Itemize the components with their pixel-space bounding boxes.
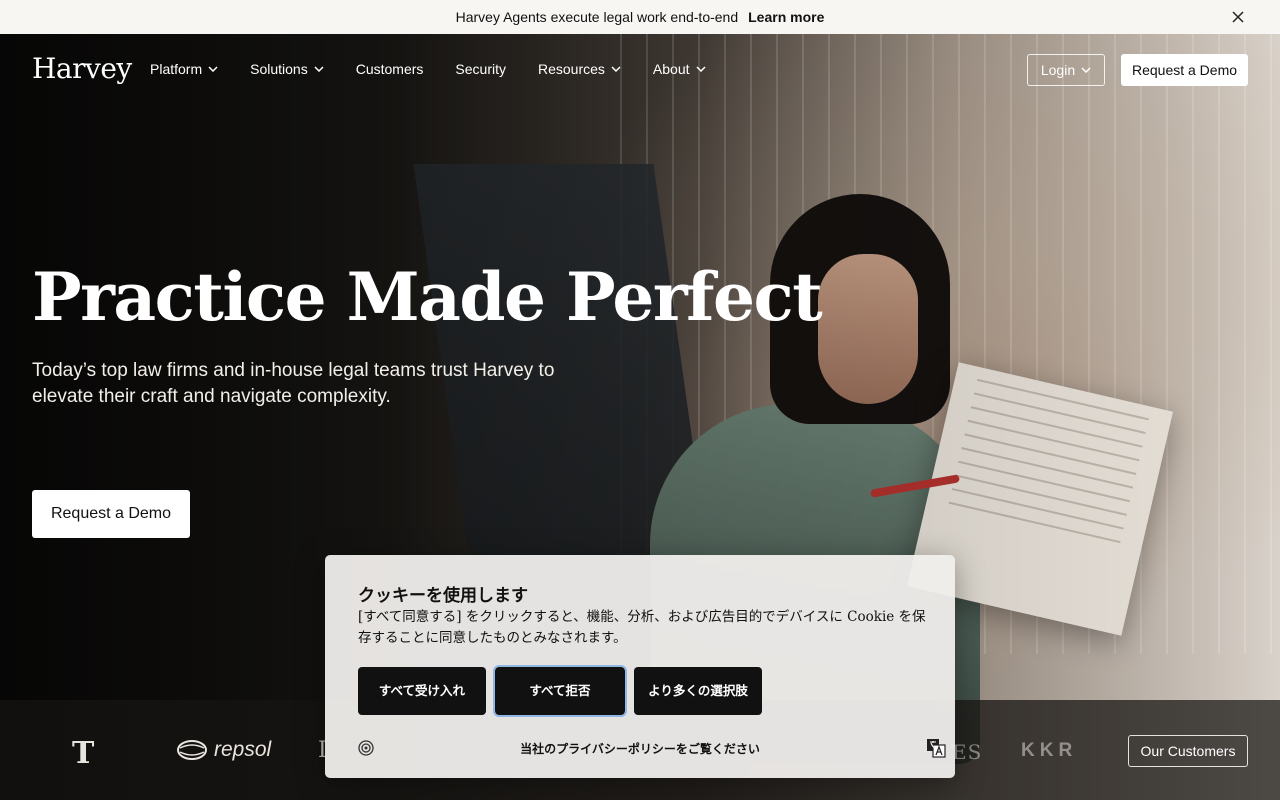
nav-item-about[interactable]: About bbox=[653, 61, 706, 77]
login-button[interactable]: Login bbox=[1027, 54, 1105, 86]
language-icon[interactable] bbox=[926, 738, 946, 758]
more-options-button[interactable]: より多くの選択肢 bbox=[634, 667, 762, 715]
request-demo-nav-button[interactable]: Request a Demo bbox=[1121, 54, 1248, 86]
hero-title: Practice Made Perfect bbox=[32, 258, 823, 336]
telekom-logo: T bbox=[72, 736, 95, 771]
nav-label: Customers bbox=[355, 61, 424, 77]
nav-label: About bbox=[652, 61, 690, 77]
nav-label: Resources bbox=[537, 61, 605, 77]
our-customers-button[interactable]: Our Customers bbox=[1128, 735, 1248, 767]
privacy-policy-link[interactable]: 当社のプライバシーポリシーをご覧ください bbox=[325, 740, 955, 757]
kkr-logo: KKR bbox=[1021, 740, 1078, 761]
nav-item-solutions[interactable]: Solutions bbox=[250, 61, 324, 77]
learn-more-link[interactable]: Learn more bbox=[748, 9, 824, 25]
login-label: Login bbox=[1040, 62, 1076, 78]
chevron-down-icon bbox=[695, 66, 706, 72]
chevron-down-icon bbox=[1081, 67, 1091, 73]
cookie-consent-dialog: クッキーを使用します [すべて同意する] をクリックすると、機能、分析、および広… bbox=[325, 555, 955, 778]
nav-item-customers[interactable]: Customers bbox=[356, 61, 424, 77]
nav-item-security[interactable]: Security bbox=[455, 61, 506, 77]
repsol-mark-icon bbox=[177, 740, 207, 760]
close-icon[interactable] bbox=[1230, 9, 1246, 25]
chevron-down-icon bbox=[208, 66, 218, 72]
top-navigation: Harvey Platform Solutions Customers Secu… bbox=[0, 34, 1280, 106]
reject-all-button[interactable]: すべて拒否 bbox=[493, 665, 627, 717]
nav-menu: Platform Solutions Customers Security Re… bbox=[150, 61, 738, 77]
repsol-text: repsol bbox=[214, 738, 272, 761]
announcement-bar: Harvey Agents execute legal work end-to-… bbox=[0, 0, 1280, 34]
chevron-down-icon bbox=[314, 66, 324, 72]
cookie-title: クッキーを使用します bbox=[358, 586, 528, 606]
partial-logo-es: ES bbox=[952, 740, 983, 764]
nav-label: Security bbox=[455, 61, 506, 77]
repsol-logo: repsol bbox=[176, 738, 271, 762]
nav-item-resources[interactable]: Resources bbox=[538, 61, 621, 77]
cookie-description: [すべて同意する] をクリックすると、機能、分析、および広告目的でデバイスに C… bbox=[358, 609, 926, 646]
chevron-down-icon bbox=[611, 66, 621, 72]
request-demo-hero-button[interactable]: Request a Demo bbox=[32, 490, 190, 538]
harvey-logo[interactable]: Harvey bbox=[32, 52, 132, 85]
nav-label: Platform bbox=[150, 61, 203, 77]
hero-subtitle: Today’s top law firms and in-house legal… bbox=[32, 360, 555, 407]
nav-item-platform[interactable]: Platform bbox=[150, 61, 218, 77]
announcement-text: Harvey Agents execute legal work end-to-… bbox=[455, 9, 739, 25]
nav-label: Solutions bbox=[250, 61, 308, 77]
accept-all-button[interactable]: すべて受け入れ bbox=[358, 667, 486, 715]
